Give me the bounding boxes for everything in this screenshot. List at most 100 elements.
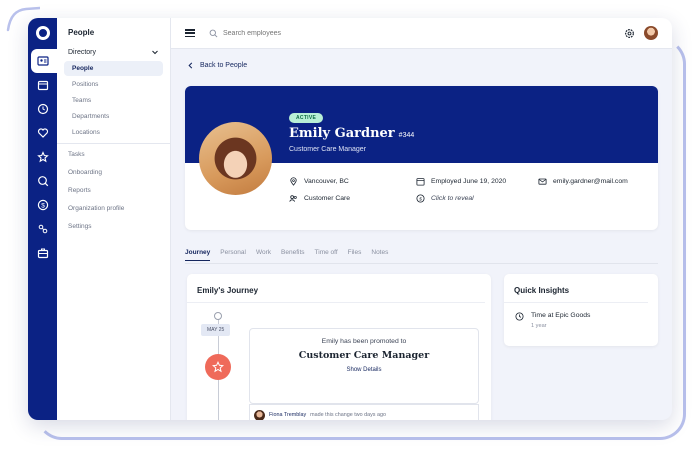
rail-hiring[interactable] bbox=[28, 169, 57, 193]
tab-journey[interactable]: Journey bbox=[185, 249, 211, 261]
rail-wellness[interactable] bbox=[28, 121, 57, 145]
subnav-item-onboarding[interactable]: Onboarding bbox=[57, 164, 170, 182]
directory-label: Directory bbox=[68, 48, 97, 56]
star-icon bbox=[36, 151, 49, 163]
rail-time[interactable] bbox=[28, 97, 57, 121]
promotion-event: Emily has been promoted to Customer Care… bbox=[249, 328, 479, 420]
profile-tabs: Journey Personal Work Benefits Time off … bbox=[185, 249, 388, 261]
tabs-divider bbox=[185, 263, 658, 264]
subnav-item-positions[interactable]: Positions bbox=[64, 77, 163, 92]
rail-apps[interactable] bbox=[28, 241, 57, 265]
tab-work[interactable]: Work bbox=[256, 249, 271, 261]
location-info: Vancouver, BC bbox=[289, 177, 349, 186]
journey-card: Emily's Journey MAY 25 Emily has been pr… bbox=[187, 274, 491, 420]
status-badge: ACTIVE bbox=[289, 113, 324, 123]
back-to-people-link[interactable]: Back to People bbox=[187, 62, 247, 69]
calendar-icon bbox=[416, 178, 425, 186]
employee-id: #344 bbox=[398, 132, 415, 139]
journey-title: Emily's Journey bbox=[187, 274, 485, 303]
directory-toggle[interactable]: Directory bbox=[57, 44, 170, 60]
actor-suffix: made this change two days ago bbox=[310, 412, 386, 418]
timeline-date: MAY 25 bbox=[201, 324, 231, 336]
subnav-item-departments[interactable]: Departments bbox=[64, 109, 163, 124]
promotion-marker bbox=[205, 354, 231, 380]
actor-avatar bbox=[254, 409, 265, 420]
email-info[interactable]: emily.gardner@mail.com bbox=[538, 177, 628, 186]
user-avatar[interactable] bbox=[644, 26, 658, 40]
envelope-icon bbox=[538, 178, 547, 185]
rail-people[interactable] bbox=[28, 49, 57, 73]
tab-benefits[interactable]: Benefits bbox=[281, 249, 305, 261]
insight-label: Time at Epic Goods bbox=[531, 312, 591, 319]
dollar-icon: $ bbox=[37, 199, 48, 211]
employment-date-text: Employed June 19, 2020 bbox=[431, 178, 507, 185]
subnav-divider bbox=[57, 143, 170, 144]
insight-item: Time at Epic Goods 1 year bbox=[515, 312, 590, 329]
rail-recognition[interactable] bbox=[28, 145, 57, 169]
back-link-label: Back to People bbox=[200, 62, 248, 69]
tab-files[interactable]: Files bbox=[348, 249, 362, 261]
icon-rail: $ bbox=[28, 18, 57, 420]
subnav-item-tasks[interactable]: Tasks bbox=[57, 146, 170, 164]
subnav-item-locations[interactable]: Locations bbox=[64, 125, 163, 140]
subnav-item-organization-profile[interactable]: Organization profile bbox=[57, 200, 170, 218]
salary-reveal-text: Click to reveal bbox=[431, 195, 474, 202]
clock-icon bbox=[515, 312, 524, 321]
app-window: $ People Directory People Positions Team… bbox=[28, 18, 672, 420]
name-row: Emily Gardner #344 bbox=[289, 126, 414, 141]
quick-insights-card: Quick Insights Time at Epic Goods 1 year bbox=[504, 274, 658, 346]
star-icon bbox=[212, 361, 224, 373]
search-input[interactable] bbox=[223, 29, 423, 37]
svg-text:$: $ bbox=[418, 196, 422, 202]
tab-time-off[interactable]: Time off bbox=[315, 249, 338, 261]
promotion-title: Customer Care Manager bbox=[298, 350, 430, 361]
chevron-left-icon bbox=[188, 62, 193, 69]
search-icon bbox=[209, 29, 218, 37]
department-info: Customer Care bbox=[289, 194, 350, 203]
department-text: Customer Care bbox=[304, 195, 351, 202]
location-pin-icon bbox=[290, 177, 297, 186]
rail-payroll[interactable]: $ bbox=[28, 193, 57, 217]
tab-personal[interactable]: Personal bbox=[220, 249, 246, 261]
sub-navigation: People Directory People Positions Teams … bbox=[57, 18, 171, 420]
employment-date-info: Employed June 19, 2020 bbox=[416, 177, 506, 186]
subnav-item-people[interactable]: People bbox=[64, 61, 163, 76]
subnav-item-settings[interactable]: Settings bbox=[57, 218, 170, 236]
insight-value: 1 year bbox=[531, 323, 547, 329]
promotion-footer: Fiona Tremblay made this change two days… bbox=[249, 404, 479, 420]
app-logo-icon[interactable] bbox=[35, 26, 50, 40]
gear-icon[interactable] bbox=[624, 28, 635, 39]
profile-card: ACTIVE Emily Gardner #344 Customer Care … bbox=[185, 86, 658, 230]
timeline-start-dot bbox=[214, 312, 222, 320]
heart-icon bbox=[37, 128, 48, 138]
svg-text:$: $ bbox=[41, 202, 45, 209]
salary-reveal[interactable]: $ Click to reveal bbox=[416, 194, 474, 203]
people-icon bbox=[38, 224, 47, 234]
location-text: Vancouver, BC bbox=[304, 178, 349, 185]
clock-icon bbox=[37, 103, 48, 115]
id-card-icon bbox=[36, 56, 49, 66]
team-icon bbox=[289, 195, 297, 202]
calendar-icon bbox=[37, 80, 48, 91]
subnav-item-reports[interactable]: Reports bbox=[57, 182, 170, 200]
hamburger-menu-icon[interactable] bbox=[185, 29, 195, 37]
rail-calendar[interactable] bbox=[28, 73, 57, 97]
top-bar bbox=[171, 18, 672, 49]
dollar-icon: $ bbox=[416, 194, 425, 203]
profile-photo bbox=[199, 122, 272, 195]
insights-title: Quick Insights bbox=[504, 274, 648, 303]
briefcase-icon bbox=[37, 248, 48, 259]
main-content: Back to People ACTIVE Emily Gardner #344… bbox=[171, 18, 672, 420]
tab-notes[interactable]: Notes bbox=[371, 249, 388, 261]
show-details-link[interactable]: Show Details bbox=[250, 367, 478, 373]
chevron-down-icon bbox=[152, 50, 158, 55]
subnav-item-teams[interactable]: Teams bbox=[64, 93, 163, 108]
job-title: Customer Care Manager bbox=[289, 146, 367, 153]
employee-name: Emily Gardner bbox=[289, 126, 395, 141]
subnav-title: People bbox=[68, 28, 95, 37]
actor-name[interactable]: Fiona Tremblay bbox=[269, 412, 306, 418]
search-person-icon bbox=[37, 176, 48, 187]
rail-benefits[interactable] bbox=[28, 217, 57, 241]
email-text: emily.gardner@mail.com bbox=[553, 178, 628, 185]
promotion-intro: Emily has been promoted to bbox=[321, 338, 407, 345]
